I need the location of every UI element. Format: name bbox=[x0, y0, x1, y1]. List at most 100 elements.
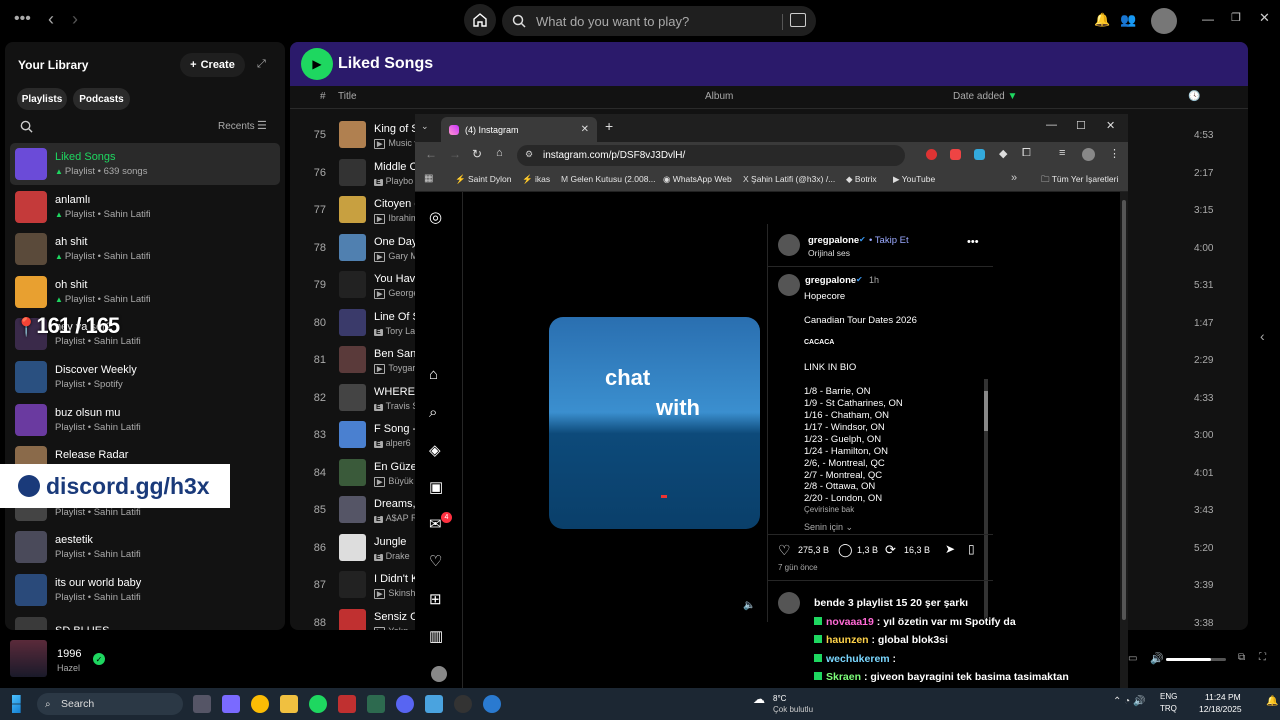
copilot-icon[interactable] bbox=[222, 695, 240, 713]
comments-count[interactable]: 1,3 B bbox=[857, 545, 878, 555]
library-item[interactable]: ah shit ▲ Playlist • Sahin Latifi bbox=[10, 228, 280, 270]
extension-icon-4[interactable]: ◆ bbox=[999, 147, 1007, 160]
track-title[interactable]: King of S bbox=[374, 123, 419, 135]
track-artist[interactable]: E Drake bbox=[374, 551, 410, 561]
weather-temp[interactable]: 8°C bbox=[773, 694, 786, 703]
audio-label[interactable]: Orijinal ses bbox=[808, 248, 850, 258]
library-item[interactable]: its our world baby Playlist • Sahin Latif… bbox=[10, 569, 280, 611]
home-button[interactable] bbox=[464, 4, 496, 36]
track-title[interactable]: F Song - bbox=[374, 423, 416, 435]
library-search-icon[interactable] bbox=[20, 120, 33, 133]
ig-home-icon[interactable]: ⌂ bbox=[429, 366, 449, 386]
window-close-icon[interactable]: ✕ bbox=[1106, 119, 1115, 132]
author-avatar[interactable] bbox=[778, 234, 800, 256]
clock-time[interactable]: 11:24 PM bbox=[1205, 692, 1241, 702]
caption-author[interactable]: gregpalone bbox=[805, 275, 856, 286]
chip-podcasts[interactable]: Podcasts bbox=[73, 88, 130, 110]
browser-forward-icon[interactable]: → bbox=[449, 147, 461, 161]
mute-icon[interactable]: 🔈 bbox=[743, 600, 755, 611]
likes-count[interactable]: 275,3 B bbox=[798, 545, 829, 555]
expand-icon[interactable]: ⤢ bbox=[257, 58, 266, 71]
reload-icon[interactable]: ↻ bbox=[472, 147, 482, 161]
post-more-icon[interactable]: ••• bbox=[967, 236, 979, 248]
ig-profile-avatar[interactable] bbox=[431, 666, 447, 682]
caption-scrollbar[interactable] bbox=[984, 379, 988, 619]
chrome-icon[interactable] bbox=[251, 695, 269, 713]
app-icon-1[interactable] bbox=[338, 695, 356, 713]
track-title[interactable]: I Didn't K bbox=[374, 573, 418, 585]
avatar[interactable] bbox=[1151, 8, 1177, 34]
sort-label[interactable]: Recents bbox=[218, 121, 255, 132]
task-view-icon[interactable] bbox=[193, 695, 211, 713]
ig-reels-icon[interactable]: ▣ bbox=[429, 478, 449, 498]
author-name[interactable]: gregpalone bbox=[808, 235, 859, 246]
track-artist[interactable]: E Tory La bbox=[374, 326, 415, 336]
window-maximize-icon[interactable]: ☐ bbox=[1076, 119, 1086, 132]
search-input[interactable]: What do you want to play? bbox=[502, 6, 816, 36]
library-item[interactable]: oh shit ▲ Playlist • Sahin Latifi bbox=[10, 271, 280, 313]
bookmark-item[interactable]: ◉ WhatsApp Web bbox=[663, 174, 732, 185]
track-title[interactable]: One Day bbox=[374, 236, 417, 248]
taskbar-search[interactable]: ⌕ Search bbox=[37, 693, 183, 715]
saved-check-icon[interactable]: ✓ bbox=[93, 653, 105, 665]
ig-explore-icon[interactable]: ◈ bbox=[429, 441, 449, 461]
tab-instagram[interactable]: (4) Instagram ✕ bbox=[441, 117, 597, 142]
now-playing-artist[interactable]: Hazel bbox=[57, 663, 80, 673]
bookmark-item[interactable]: ◆ Botrix bbox=[846, 174, 877, 185]
browser-back-icon[interactable]: ← bbox=[425, 147, 437, 161]
track-title[interactable]: Dreams, bbox=[374, 498, 416, 510]
track-artist[interactable]: Ealper6 bbox=[374, 438, 411, 448]
tray-icons[interactable]: ⌃ ◔ 🔊 bbox=[1113, 696, 1145, 707]
minimize-icon[interactable]: — bbox=[1202, 12, 1214, 26]
extension-icon-2[interactable] bbox=[950, 149, 961, 160]
instagram-logo-icon[interactable]: ◎ bbox=[429, 208, 449, 228]
extension-icon-1[interactable] bbox=[926, 149, 937, 160]
bookmark-item[interactable]: ⚡ Saint Dylon bbox=[455, 174, 511, 185]
ig-dashboard-icon[interactable]: ▥ bbox=[429, 627, 449, 647]
weather-text[interactable]: Çok bulutlu bbox=[773, 705, 813, 714]
track-artist[interactable]: ▶ Music v bbox=[374, 138, 419, 149]
bookmark-item[interactable]: M Gelen Kutusu (2.008... bbox=[561, 174, 656, 184]
col-date-added[interactable]: Date added ▼ bbox=[953, 91, 1017, 102]
file-explorer-icon[interactable] bbox=[280, 695, 298, 713]
back-arrow-icon[interactable]: ‹ bbox=[48, 9, 54, 30]
library-item[interactable]: anlamlı ▲ Playlist • Sahin Latifi bbox=[10, 186, 280, 228]
save-icon[interactable]: ▯ bbox=[968, 542, 975, 556]
library-item[interactable]: aestetik Playlist • Sahin Latifi bbox=[10, 526, 280, 568]
extensions-puzzle-icon[interactable]: ⧠ bbox=[1022, 147, 1031, 160]
video-frame[interactable]: chat with bbox=[549, 317, 760, 529]
track-title[interactable]: Line Of S bbox=[374, 311, 420, 323]
extension-icon-3[interactable] bbox=[974, 149, 985, 160]
browser-home-icon[interactable]: ⌂ bbox=[496, 147, 503, 159]
lang-1[interactable]: ENG bbox=[1160, 692, 1177, 701]
more-icon[interactable]: ••• bbox=[14, 10, 31, 28]
address-bar[interactable]: ⚙ instagram.com/p/DSF8vJ3DvlH/ bbox=[517, 145, 905, 166]
library-item[interactable]: SD BLUES bbox=[10, 612, 280, 630]
new-tab-icon[interactable]: + bbox=[605, 118, 613, 134]
now-playing-title[interactable]: 1996 bbox=[57, 648, 81, 660]
tab-close-icon[interactable]: ✕ bbox=[581, 124, 589, 135]
ig-notifications-icon[interactable]: ♡ bbox=[429, 552, 449, 572]
browse-icon[interactable] bbox=[790, 13, 806, 27]
weather-icon[interactable]: ☁ bbox=[753, 692, 765, 706]
track-title[interactable]: Citoyen d bbox=[374, 198, 420, 210]
col-album[interactable]: Album bbox=[705, 91, 733, 102]
friends-icon[interactable]: 👥 bbox=[1120, 12, 1136, 28]
browser-menu-icon[interactable]: ⋮ bbox=[1109, 147, 1120, 160]
chip-playlists[interactable]: Playlists bbox=[17, 88, 67, 110]
spotify-icon[interactable] bbox=[309, 695, 327, 713]
track-title[interactable]: Sensiz O bbox=[374, 611, 419, 623]
track-artist[interactable]: ▶Yalın bbox=[374, 626, 408, 630]
restore-icon[interactable]: ❐ bbox=[1231, 11, 1241, 24]
app-icon-3[interactable] bbox=[425, 695, 443, 713]
close-icon[interactable]: ✕ bbox=[1259, 10, 1270, 26]
lang-2[interactable]: TRQ bbox=[1160, 704, 1177, 713]
ig-search-icon[interactable]: ⌕ bbox=[429, 404, 449, 424]
bookmark-item[interactable]: ⚡ ikas bbox=[522, 174, 550, 185]
miniplayer-icon[interactable]: ⧉ bbox=[1238, 652, 1245, 663]
bookmark-item[interactable]: ▶ YouTube bbox=[893, 174, 935, 185]
tab-search-icon[interactable]: ⌄ bbox=[421, 121, 429, 132]
track-title[interactable]: En Güzel bbox=[374, 461, 419, 473]
library-item[interactable]: Liked Songs ▲ Playlist • 639 songs bbox=[10, 143, 280, 185]
chevron-left-icon[interactable]: ‹ bbox=[1260, 328, 1265, 344]
